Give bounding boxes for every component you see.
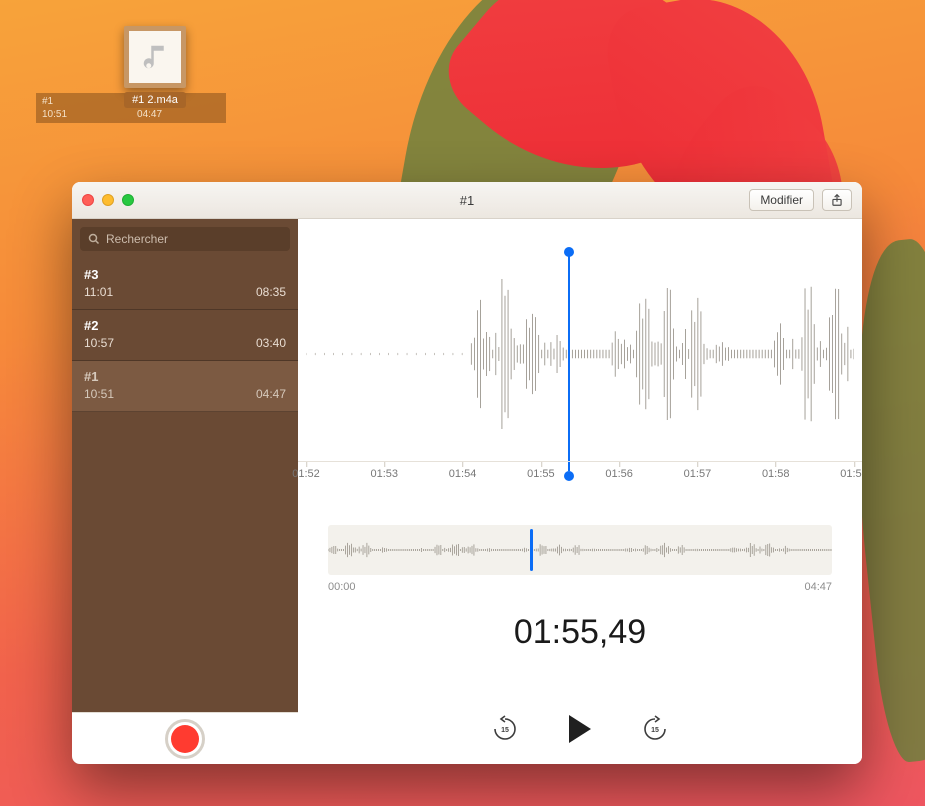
overview-start: 00:00: [328, 581, 356, 593]
recordings-list[interactable]: #3 11:01 08:35 #2 10:57 03:40 #1 10:51 0…: [72, 259, 298, 712]
skip-forward-15-button[interactable]: 15: [641, 715, 669, 743]
ruler-tick: 01:54: [449, 468, 477, 480]
search-icon: [88, 233, 100, 245]
close-icon[interactable]: [82, 194, 94, 206]
record-button[interactable]: [165, 719, 205, 759]
recording-time: 10:57: [84, 336, 114, 350]
desktop-file-m4a[interactable]: #1 2.m4a: [124, 26, 186, 108]
minimize-icon[interactable]: [102, 194, 114, 206]
skip-back-icon: 15: [491, 715, 519, 743]
share-button[interactable]: [822, 189, 852, 211]
window-title: #1: [72, 193, 862, 208]
recording-item[interactable]: #1 10:51 04:47: [72, 361, 298, 412]
titlebar[interactable]: #1 Modifier: [72, 182, 862, 219]
skip-back-15-button[interactable]: 15: [491, 715, 519, 743]
behind-file-time: 10:51: [42, 109, 67, 120]
detail-pane: 01:5201:5301:5401:5501:5601:5701:5801:59…: [298, 219, 862, 764]
recording-item[interactable]: #2 10:57 03:40: [72, 310, 298, 361]
play-button[interactable]: [569, 715, 591, 743]
ruler-tick: 01:53: [371, 468, 399, 480]
search-placeholder: Rechercher: [106, 232, 168, 246]
skip-forward-icon: 15: [641, 715, 669, 743]
recording-title: #2: [84, 318, 286, 333]
voice-memos-window: #1 Modifier Rechercher #3 11:01 08:35: [72, 182, 862, 764]
svg-text:15: 15: [651, 727, 659, 734]
current-time: 01:55,49: [298, 613, 862, 652]
behind-file-duration: 04:47: [137, 109, 162, 120]
recording-time: 10:51: [84, 387, 114, 401]
svg-text:15: 15: [501, 727, 509, 734]
recording-item[interactable]: #3 11:01 08:35: [72, 259, 298, 310]
overview-end: 04:47: [804, 581, 832, 593]
record-icon: [171, 725, 199, 753]
waveform[interactable]: [306, 247, 854, 461]
time-ruler[interactable]: 01:5201:5301:5401:5501:5601:5701:5801:59: [298, 461, 862, 507]
play-icon: [569, 715, 591, 743]
ruler-tick: 01:56: [605, 468, 633, 480]
desktop-file-label: #1 2.m4a: [124, 92, 186, 108]
music-note-icon: [140, 42, 170, 72]
share-icon: [830, 193, 844, 207]
recording-duration: 04:47: [256, 387, 286, 401]
recording-time: 11:01: [84, 285, 113, 299]
ruler-tick: 01:52: [292, 468, 320, 480]
recording-duration: 08:35: [256, 285, 286, 299]
recording-title: #1: [84, 369, 286, 384]
overview-marker[interactable]: [530, 529, 533, 571]
window-controls[interactable]: [82, 194, 134, 206]
recording-title: #3: [84, 267, 286, 282]
ruler-tick: 01:55: [527, 468, 555, 480]
modify-button[interactable]: Modifier: [749, 189, 814, 211]
search-input[interactable]: Rechercher: [80, 227, 290, 251]
ruler-tick: 01:58: [762, 468, 790, 480]
behind-file-name: #1: [42, 96, 67, 107]
ruler-tick: 01:57: [684, 468, 712, 480]
sidebar: Rechercher #3 11:01 08:35 #2 10:57 03:40…: [72, 219, 298, 764]
zoom-icon[interactable]: [122, 194, 134, 206]
ruler-tick: 01:59: [840, 468, 862, 480]
recording-duration: 03:40: [256, 336, 286, 350]
overview-waveform[interactable]: [328, 525, 832, 575]
